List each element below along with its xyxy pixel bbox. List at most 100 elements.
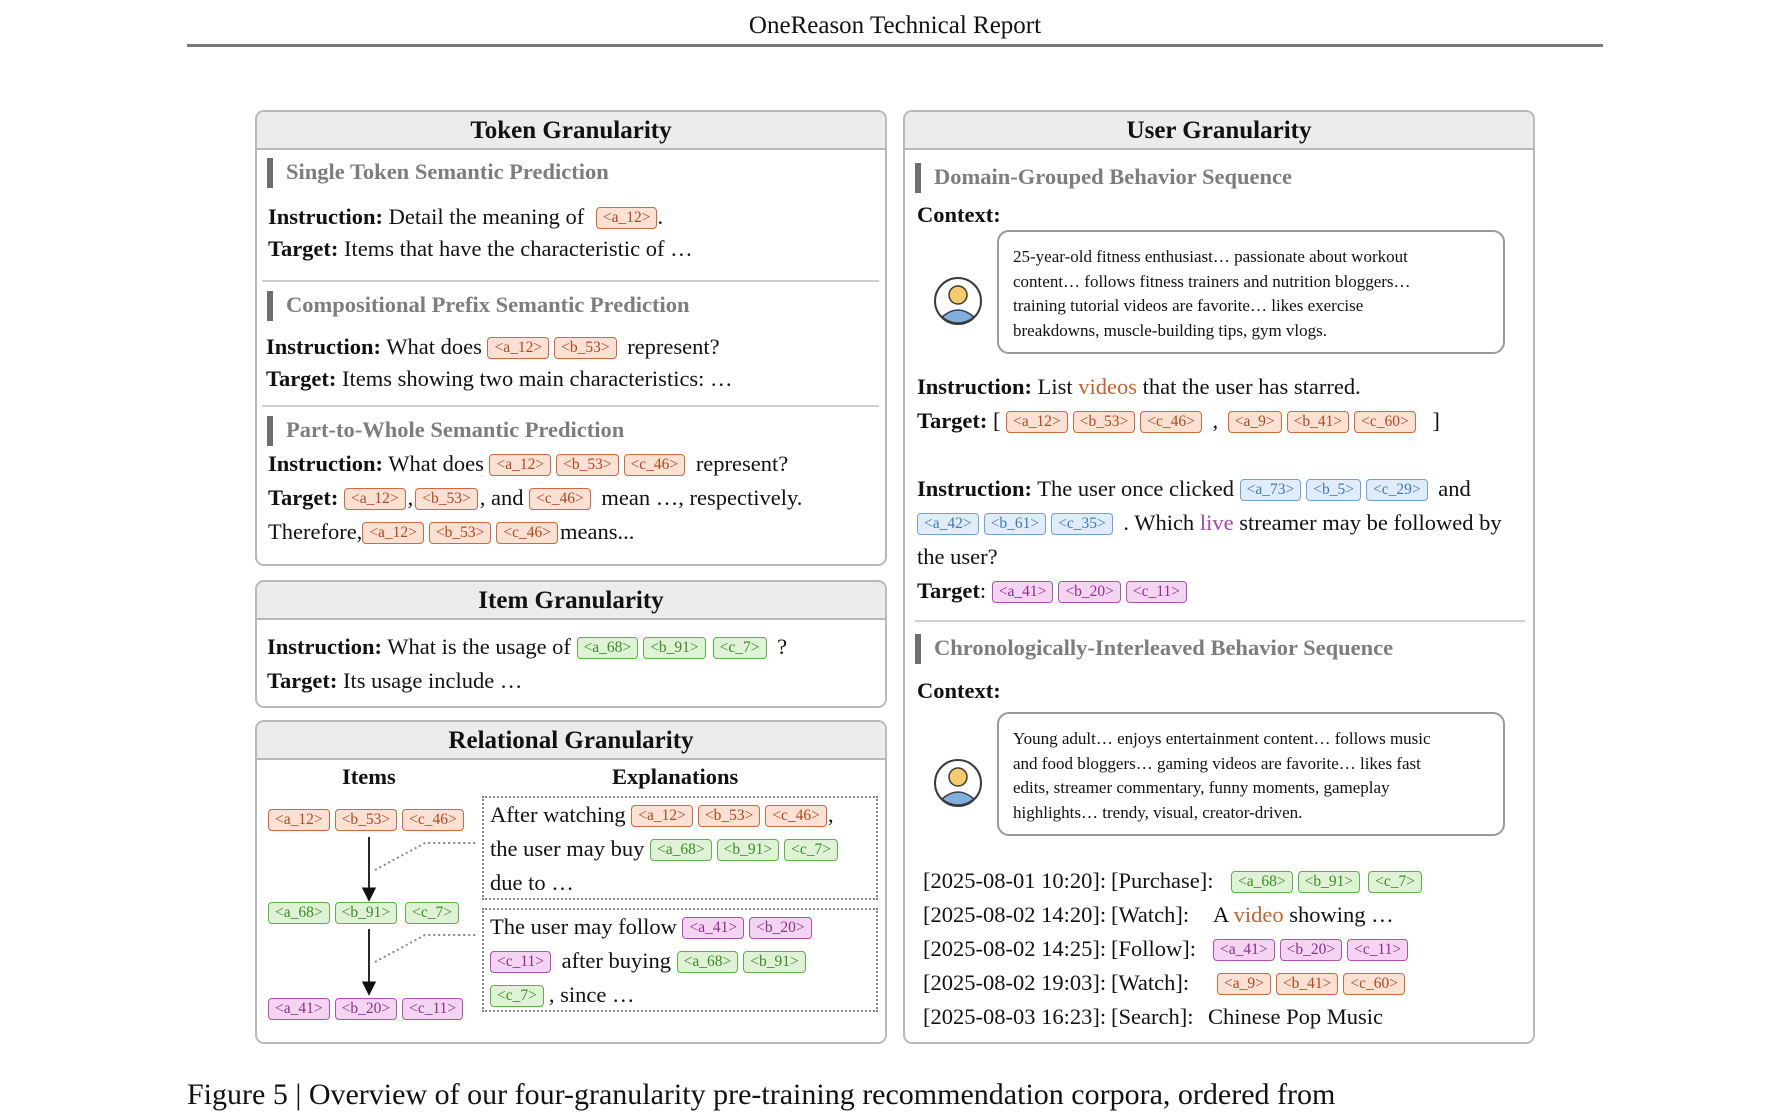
event-text: showing … bbox=[1289, 902, 1394, 927]
semantic-token: <c_46> bbox=[402, 809, 464, 831]
semantic-token: <c_7> bbox=[784, 839, 838, 861]
event-action: [Search]: bbox=[1111, 1004, 1194, 1029]
token-divider-1 bbox=[262, 280, 879, 282]
semantic-token: <a_42> bbox=[917, 513, 979, 535]
relation-link bbox=[374, 934, 478, 963]
comma: , bbox=[1212, 408, 1219, 433]
event-time: [2025-08-02 19:03]: bbox=[923, 970, 1107, 995]
event-action: [Watch]: bbox=[1111, 970, 1190, 995]
items-column-header: Items bbox=[342, 764, 396, 789]
user-avatar-icon bbox=[934, 277, 982, 325]
event-description: A video showing … bbox=[1213, 902, 1394, 928]
chrono-context-label: Context: bbox=[917, 678, 1001, 703]
event-time: [2025-08-03 16:23]: bbox=[923, 1004, 1107, 1029]
instruction-end: represent? bbox=[695, 451, 789, 476]
domain-grouped-heading: Domain-Grouped Behavior Sequence bbox=[915, 163, 1292, 193]
explanation-text: The user may follow bbox=[490, 914, 677, 939]
event-action: [Purchase]: bbox=[1111, 868, 1214, 893]
semantic-token: <a_9> bbox=[1217, 973, 1271, 995]
target-label: Target: bbox=[268, 485, 339, 510]
item-instruction: Instruction: What is the usage of <a_68>… bbox=[267, 634, 787, 660]
user-avatar-icon bbox=[934, 759, 982, 807]
comma: , bbox=[827, 802, 834, 827]
semantic-token: <c_46> bbox=[1140, 411, 1202, 433]
compositional-target: Target: Items showing two main character… bbox=[266, 366, 733, 392]
domain-q2-instruction-line-1: Instruction: The user once clicked <a_73… bbox=[917, 476, 1471, 502]
semantic-token: <a_41> bbox=[991, 581, 1054, 603]
event-time: [2025-08-01 10:20]: bbox=[923, 868, 1107, 893]
semantic-token: <b_91> bbox=[643, 637, 706, 659]
event-text: A bbox=[1213, 902, 1229, 927]
explanation-1-line-3: due to … bbox=[490, 870, 574, 895]
explanation-1-line-1: After watching <a_12> <b_53> <c_46>, bbox=[490, 802, 834, 828]
single-token-instruction: Instruction: Detail the meaning of <a_12… bbox=[268, 204, 663, 230]
token-granularity-title: Token Granularity bbox=[257, 112, 885, 150]
context-line: training tutorial videos are favorite… l… bbox=[1013, 296, 1364, 315]
context-line: edits, streamer commentary, funny moment… bbox=[1013, 778, 1390, 797]
event-search-text: Chinese Pop Music bbox=[1208, 1004, 1384, 1029]
means-text: means... bbox=[560, 519, 635, 544]
instruction-text: Detail the meaning of bbox=[388, 204, 585, 229]
semantic-token: <b_91> bbox=[743, 951, 806, 973]
semantic-token: <a_68> bbox=[649, 839, 712, 861]
explanation-text: the user may buy bbox=[490, 836, 645, 861]
semantic-token: <c_60> bbox=[1354, 411, 1416, 433]
semantic-token: <a_12> bbox=[344, 488, 406, 510]
explanation-2-line-3: <c_7>, since … bbox=[490, 982, 634, 1008]
comma: , bbox=[407, 485, 414, 510]
semantic-token: <a_68> bbox=[576, 637, 639, 659]
semantic-token: <c_46> bbox=[765, 805, 827, 827]
semantic-token: <a_12> bbox=[1006, 411, 1068, 433]
semantic-token: <c_46> bbox=[529, 488, 591, 510]
event-action: [Watch]: bbox=[1111, 902, 1190, 927]
question-mark: ? bbox=[777, 634, 788, 659]
semantic-token: <a_12> bbox=[362, 522, 424, 544]
period: . bbox=[657, 204, 664, 229]
context-line: 25-year-old fitness enthusiast… passiona… bbox=[1013, 247, 1408, 266]
explanation-1-line-2: the user may buy <a_68> <b_91> <c_7> bbox=[490, 836, 843, 862]
and-text: and bbox=[1438, 476, 1471, 501]
domain-q2-instruction-line-2: <a_42> <b_61> <c_35> . Which live streamer… bbox=[917, 510, 1502, 536]
semantic-token: <b_41> bbox=[1286, 411, 1350, 433]
semantic-token: <b_91> bbox=[334, 902, 398, 924]
figure-caption: Figure 5 | Overview of our four-granular… bbox=[187, 1078, 1336, 1111]
semantic-token: <c_35> bbox=[1051, 513, 1113, 535]
semantic-token: <a_73> bbox=[1239, 479, 1302, 501]
target-label: Target bbox=[917, 578, 980, 603]
semantic-token: <c_11> bbox=[402, 998, 464, 1020]
highlight-word: videos bbox=[1078, 374, 1138, 399]
domain-q1-instruction: Instruction: List videos that the user h… bbox=[917, 374, 1361, 400]
semantic-token: <a_12> bbox=[487, 337, 550, 359]
domain-context-box: 25-year-old fitness enthusiast… passiona… bbox=[997, 230, 1505, 354]
semantic-token: <b_53> bbox=[556, 454, 619, 476]
relation-link bbox=[374, 842, 478, 871]
part-whole-heading: Part-to-Whole Semantic Prediction bbox=[267, 416, 624, 446]
semantic-token: <b_20> bbox=[334, 998, 398, 1020]
instruction-text: that the user has starred. bbox=[1142, 374, 1361, 399]
semantic-token: <a_12> bbox=[268, 809, 330, 831]
part-whole-instruction: Instruction: What does <a_12> <b_53> <c_46… bbox=[268, 451, 788, 477]
semantic-token: <a_12> bbox=[489, 454, 552, 476]
target-colon: : bbox=[979, 578, 987, 603]
semantic-token: <c_46> bbox=[623, 454, 686, 476]
instruction-text: What is the usage of bbox=[387, 634, 571, 659]
semantic-token: <a_68> bbox=[676, 951, 739, 973]
instruction-text: List bbox=[1037, 374, 1073, 399]
target-label: Target: bbox=[267, 668, 338, 693]
single-token-heading: Single Token Semantic Prediction bbox=[267, 158, 609, 188]
highlight-word: video bbox=[1233, 902, 1284, 927]
explanations-column-header: Explanations bbox=[612, 764, 739, 789]
semantic-token: <b_53> bbox=[697, 805, 761, 827]
semantic-token: <a_68> bbox=[268, 902, 330, 924]
target-label: Target: bbox=[268, 236, 339, 261]
semantic-token: <b_91> bbox=[1297, 871, 1361, 893]
semantic-token: <c_11> bbox=[1347, 939, 1409, 961]
purple-item-row: <a_41> <b_20> <c_11> bbox=[268, 998, 468, 1020]
user-granularity-panel: User Granularity Domain-Grouped Behavior… bbox=[903, 110, 1535, 1044]
target-text: Its usage include … bbox=[343, 668, 523, 693]
token-granularity-panel: Token Granularity Single Token Semantic … bbox=[255, 110, 887, 566]
explanation-text: after buying bbox=[561, 948, 672, 973]
instruction-label: Instruction: bbox=[268, 451, 384, 476]
context-line: breakdowns, muscle-building tips, gym vl… bbox=[1013, 320, 1328, 340]
semantic-token: <a_68> bbox=[1231, 871, 1293, 893]
